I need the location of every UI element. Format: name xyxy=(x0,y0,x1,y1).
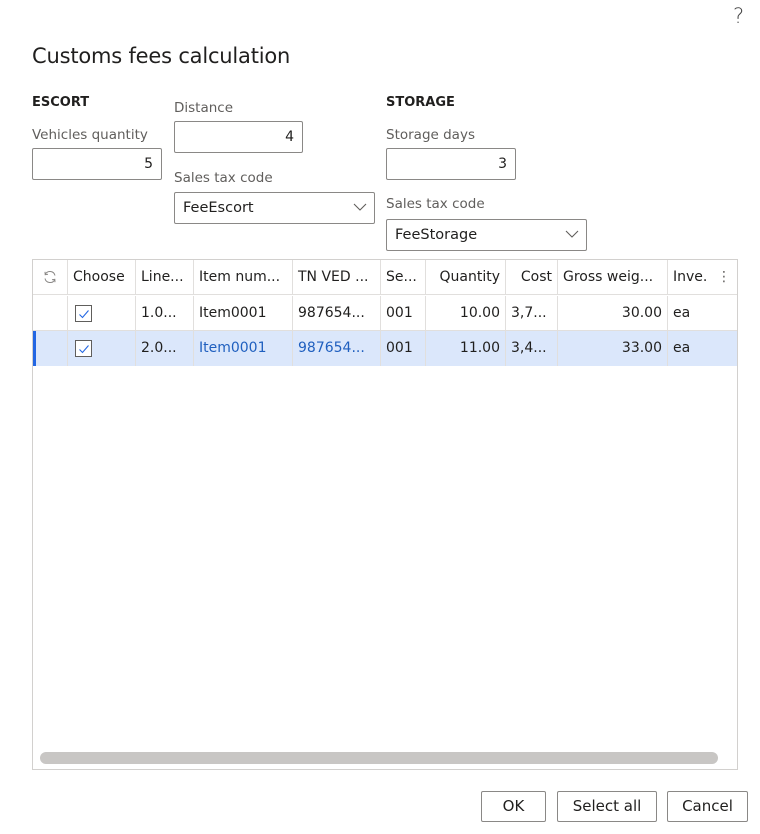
column-header-se[interactable]: Se... xyxy=(381,260,426,295)
choose-checkbox-cell xyxy=(68,296,136,331)
vehicles-quantity-label: Vehicles quantity xyxy=(32,127,148,143)
ok-button[interactable]: OK xyxy=(481,791,546,822)
lines-grid: Choose Line... Item num... TN VED ... Se… xyxy=(32,259,738,770)
line-cell: 2.0... xyxy=(136,331,194,366)
quantity-cell: 11.00 xyxy=(426,331,506,366)
se-cell: 001 xyxy=(381,331,426,366)
item-number-cell[interactable]: Item0001 xyxy=(194,296,293,331)
chevron-down-icon xyxy=(565,230,579,238)
column-header-cost[interactable]: Cost xyxy=(506,260,558,295)
checkmark-icon xyxy=(79,310,89,319)
escort-sales-tax-code-label: Sales tax code xyxy=(174,170,273,186)
storage-sales-tax-code-select[interactable]: FeeStorage xyxy=(386,219,587,251)
cost-cell: 3,7... xyxy=(506,296,558,331)
storage-heading: STORAGE xyxy=(386,95,455,110)
more-options-icon[interactable]: ⋮ xyxy=(717,260,731,294)
column-header-item-number[interactable]: Item num... xyxy=(194,260,293,295)
column-header-tn-ved[interactable]: TN VED ... xyxy=(293,260,381,295)
select-all-button[interactable]: Select all xyxy=(557,791,657,822)
inventory-unit-cell: ea xyxy=(673,305,691,321)
refresh-icon xyxy=(44,270,56,284)
choose-checkbox-cell xyxy=(68,331,136,366)
checkmark-icon xyxy=(79,345,89,354)
escort-sales-tax-code-select[interactable]: FeeEscort xyxy=(174,192,375,224)
column-header-quantity[interactable]: Quantity xyxy=(426,260,506,295)
column-header-line[interactable]: Line... xyxy=(136,260,194,295)
item-number-link[interactable]: Item0001 xyxy=(194,331,293,366)
row-selector[interactable] xyxy=(33,331,68,366)
help-button[interactable]: ? xyxy=(733,4,744,28)
storage-sales-tax-code-label: Sales tax code xyxy=(386,196,485,212)
inventory-unit-cell: ea xyxy=(673,340,691,356)
refresh-column-header[interactable] xyxy=(33,260,68,295)
storage-days-label: Storage days xyxy=(386,127,475,143)
cost-cell: 3,4... xyxy=(506,331,558,366)
tn-ved-cell[interactable]: 987654... xyxy=(293,296,381,331)
table-row[interactable]: 1.0... Item0001 987654... 001 10.00 3,7.… xyxy=(33,296,737,331)
line-cell: 1.0... xyxy=(136,296,194,331)
column-header-inventory-unit-label: Inve. xyxy=(673,269,708,285)
se-cell: 001 xyxy=(381,296,426,331)
escort-sales-tax-code-value: FeeEscort xyxy=(183,200,254,216)
dialog-title: Customs fees calculation xyxy=(32,44,291,68)
gross-weight-cell: 30.00 xyxy=(558,296,668,331)
quantity-cell: 10.00 xyxy=(426,296,506,331)
gross-weight-cell: 33.00 xyxy=(558,331,668,366)
escort-heading: ESCORT xyxy=(32,95,90,110)
table-row-selected[interactable]: 2.0... Item0001 987654... 001 11.00 3,4.… xyxy=(33,331,737,366)
cancel-button[interactable]: Cancel xyxy=(667,791,748,822)
distance-label: Distance xyxy=(174,100,234,116)
column-header-inventory-unit[interactable]: Inve. ⋮ xyxy=(668,260,737,295)
chevron-down-icon xyxy=(353,203,367,211)
column-header-choose[interactable]: Choose xyxy=(68,260,136,295)
column-header-gross-weight[interactable]: Gross weig... xyxy=(558,260,668,295)
choose-checkbox[interactable] xyxy=(75,340,92,357)
choose-checkbox[interactable] xyxy=(75,305,92,322)
grid-header-row: Choose Line... Item num... TN VED ... Se… xyxy=(33,260,737,295)
row-selector[interactable] xyxy=(33,296,68,331)
storage-sales-tax-code-value: FeeStorage xyxy=(395,227,478,243)
horizontal-scrollbar[interactable] xyxy=(40,752,718,764)
vehicles-quantity-input[interactable]: 5 xyxy=(32,148,162,180)
tn-ved-link[interactable]: 987654... xyxy=(293,331,381,366)
storage-days-input[interactable]: 3 xyxy=(386,148,516,180)
distance-input[interactable]: 4 xyxy=(174,121,303,153)
